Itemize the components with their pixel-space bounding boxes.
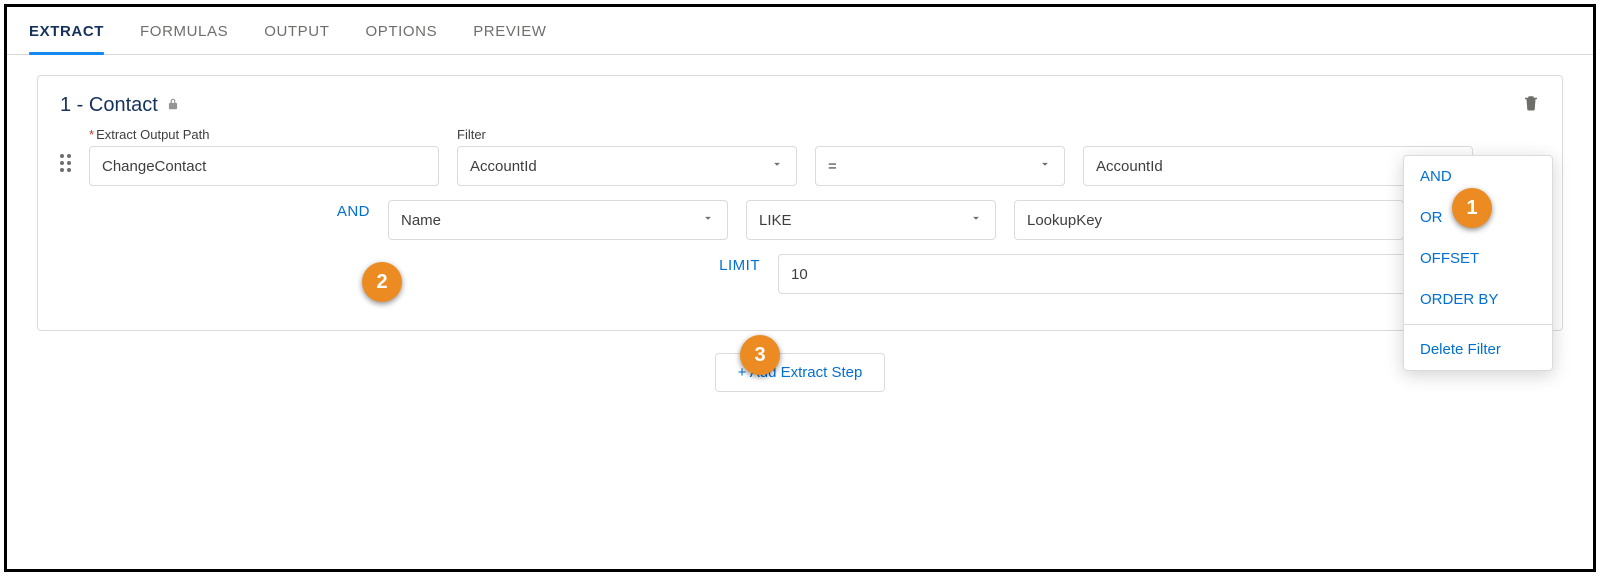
filter-field-value-2: Name: [401, 212, 441, 229]
filter-operator-select-2[interactable]: LIKE: [746, 200, 996, 240]
filter-operator-value-2: LIKE: [759, 212, 792, 229]
menu-item-orderby[interactable]: ORDER BY: [1404, 279, 1552, 320]
filter-operator-select-1[interactable]: =: [815, 146, 1065, 186]
tab-preview[interactable]: PREVIEW: [473, 23, 546, 54]
filter-value-input-2[interactable]: LookupKey: [1014, 200, 1404, 240]
limit-label[interactable]: LIMIT: [719, 257, 760, 284]
menu-item-delete-filter[interactable]: Delete Filter: [1404, 329, 1552, 370]
connector-and-label[interactable]: AND: [337, 203, 370, 230]
menu-item-offset[interactable]: OFFSET: [1404, 238, 1552, 279]
filter-row-1: *Extract Output Path ChangeContact Filte…: [60, 127, 1540, 186]
annotation-callout-1: 1: [1452, 188, 1492, 228]
panel-title-text: 1 - Contact: [60, 94, 158, 117]
filter-field-select-1[interactable]: AccountId: [457, 146, 797, 186]
lock-icon: [166, 94, 180, 117]
filter-row-2: AND Name LIKE LookupKey: [60, 200, 1540, 240]
drag-handle-icon[interactable]: [60, 154, 71, 186]
tab-bar: EXTRACT FORMULAS OUTPUT OPTIONS PREVIEW: [7, 7, 1593, 55]
extract-output-path-label: *Extract Output Path: [89, 127, 439, 142]
tab-output[interactable]: OUTPUT: [264, 23, 329, 54]
filter-field-select-2[interactable]: Name: [388, 200, 728, 240]
limit-input[interactable]: 10: [778, 254, 1428, 294]
chevron-down-icon: [701, 211, 715, 229]
tab-formulas[interactable]: FORMULAS: [140, 23, 228, 54]
limit-row: LIMIT 10: [60, 254, 1540, 294]
extract-step-panel: 1 - Contact *Extract Output Path ChangeC…: [37, 75, 1563, 331]
panel-title: 1 - Contact: [60, 94, 180, 117]
chevron-down-icon: [770, 157, 784, 175]
required-marker: *: [89, 127, 94, 142]
filter-field-value-1: AccountId: [470, 158, 537, 175]
menu-divider: [1404, 324, 1552, 325]
annotation-callout-2: 2: [362, 262, 402, 302]
trash-icon[interactable]: [1522, 94, 1540, 117]
chevron-down-icon: [1038, 157, 1052, 175]
filter-context-menu: AND OR OFFSET ORDER BY Delete Filter: [1403, 155, 1553, 371]
annotation-callout-3: 3: [740, 335, 780, 375]
filter-label: Filter: [457, 127, 797, 142]
tab-extract[interactable]: EXTRACT: [29, 23, 104, 54]
chevron-down-icon: [969, 211, 983, 229]
extract-output-path-input[interactable]: ChangeContact: [89, 146, 439, 186]
tab-options[interactable]: OPTIONS: [365, 23, 437, 54]
filter-operator-value-1: =: [828, 158, 837, 175]
